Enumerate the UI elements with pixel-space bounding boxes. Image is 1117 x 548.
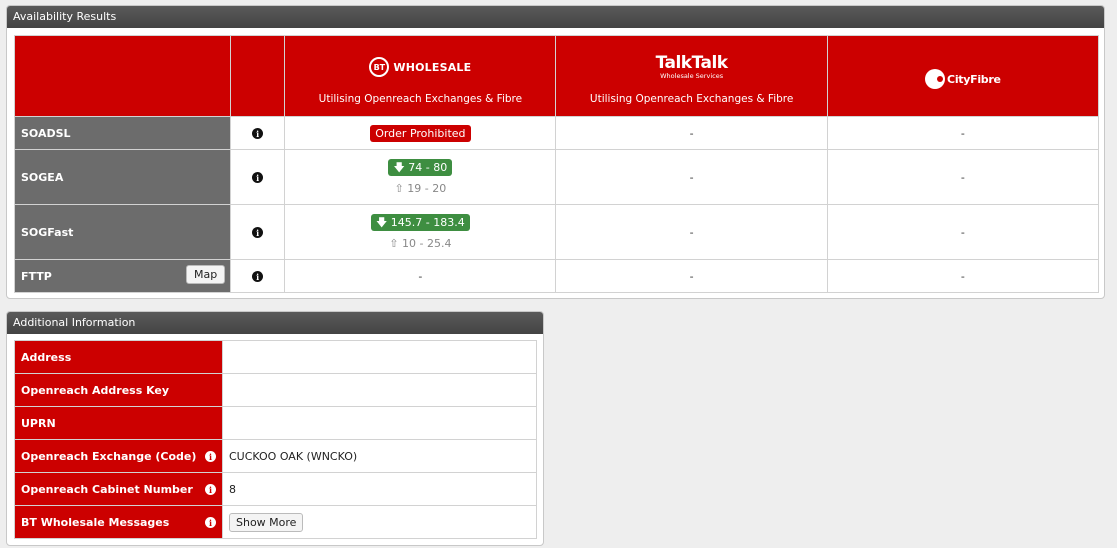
upload-speed: ⇧ 19 - 20	[394, 182, 447, 195]
info-icon[interactable]: i	[205, 451, 216, 462]
info-icon[interactable]: i	[252, 128, 264, 139]
show-more-button[interactable]: Show More	[229, 512, 304, 532]
table-row: Openreach Cabinet Number i 8	[14, 472, 537, 506]
value-openreach-address-key	[222, 373, 537, 407]
cityfibre-logo: CityFibre	[828, 66, 1098, 92]
map-button[interactable]: Map	[185, 265, 226, 284]
row-label-soadsl: SOADSL	[13, 116, 232, 150]
value-uprn	[222, 406, 537, 440]
bt-sogea-cell: 🡇 74 - 80 ⇧ 19 - 20	[284, 149, 557, 205]
table-row: FTTP Map i - - -	[13, 259, 1100, 293]
info-icon[interactable]: i	[252, 271, 264, 282]
order-prohibited-badge: Order Prohibited	[370, 124, 471, 142]
provider-subtitle: Utilising Openreach Exchanges & Fibre	[589, 93, 794, 105]
info-icon[interactable]: i	[205, 484, 216, 495]
table-row: SOGFast i 🡇 145.7 - 183.4 ⇧ 10 - 25.4 - …	[13, 204, 1100, 260]
talktalk-logo: TalkTalk Wholesale Services	[655, 52, 729, 80]
upload-speed: ⇧ 10 - 25.4	[389, 237, 452, 250]
provider-bt-wholesale: BT WHOLESALE Utilising Openreach Exchang…	[284, 35, 557, 117]
table-row: SOGEA i 🡇 74 - 80 ⇧ 19 - 20 - -	[13, 149, 1100, 205]
availability-results-panel: Availability Results BT WHOLESALE Utilis…	[6, 5, 1105, 299]
value-address	[222, 340, 537, 374]
download-arrow-icon: 🡇	[393, 161, 405, 174]
cityfibre-logo-icon	[925, 69, 946, 89]
table-row: BT Wholesale Messages i Show More	[14, 505, 537, 539]
row-label-sogfast: SOGFast	[13, 204, 232, 260]
header-info-blank	[230, 35, 286, 117]
additional-information-panel: Additional Information Address Openreach…	[6, 311, 544, 546]
availability-results-title: Availability Results	[7, 6, 1104, 28]
label-openreach-cabinet: Openreach Cabinet Number i	[14, 472, 223, 506]
bt-wholesale-logo: BT WHOLESALE	[285, 54, 555, 80]
label-uprn: UPRN	[14, 406, 223, 440]
label-openreach-address-key: Openreach Address Key	[14, 373, 223, 407]
label-bt-wholesale-messages: BT Wholesale Messages i	[14, 505, 223, 539]
label-openreach-exchange: Openreach Exchange (Code) i	[14, 439, 223, 473]
table-row: Address	[14, 340, 537, 374]
provider-talktalk: TalkTalk Wholesale Services Utilising Op…	[555, 35, 828, 117]
additional-information-title: Additional Information	[7, 312, 543, 334]
label-address: Address	[14, 340, 223, 374]
bt-soadsl-cell: Order Prohibited	[284, 116, 557, 150]
table-row: SOADSL i Order Prohibited - -	[13, 116, 1100, 150]
header-blank	[13, 35, 232, 117]
info-icon[interactable]: i	[252, 227, 264, 238]
row-label-fttp: FTTP Map	[13, 259, 232, 293]
provider-header-row: BT WHOLESALE Utilising Openreach Exchang…	[13, 35, 1100, 117]
bt-logo-icon: BT	[369, 57, 390, 77]
table-row: UPRN	[14, 406, 537, 440]
table-row: Openreach Exchange (Code) i CUCKOO OAK (…	[14, 439, 537, 473]
table-row: Openreach Address Key	[14, 373, 537, 407]
provider-cityfibre: CityFibre	[826, 35, 1100, 117]
additional-information-table: Address Openreach Address Key UPRN Openr…	[14, 340, 537, 539]
row-label-sogea: SOGEA	[13, 149, 232, 205]
download-speed-badge: 🡇 145.7 - 183.4	[370, 214, 470, 231]
provider-subtitle: Utilising Openreach Exchanges & Fibre	[318, 93, 523, 105]
value-openreach-exchange: CUCKOO OAK (WNCKO)	[222, 439, 537, 473]
upload-arrow-icon: ⇧	[394, 182, 404, 195]
value-openreach-cabinet: 8	[222, 472, 537, 506]
bt-sogfast-cell: 🡇 145.7 - 183.4 ⇧ 10 - 25.4	[284, 204, 557, 260]
info-icon[interactable]: i	[205, 517, 216, 528]
upload-arrow-icon: ⇧	[389, 237, 399, 250]
availability-table: BT WHOLESALE Utilising Openreach Exchang…	[13, 35, 1100, 293]
info-icon[interactable]: i	[252, 172, 264, 183]
download-arrow-icon: 🡇	[375, 216, 388, 229]
download-speed-badge: 🡇 74 - 80	[388, 159, 453, 176]
